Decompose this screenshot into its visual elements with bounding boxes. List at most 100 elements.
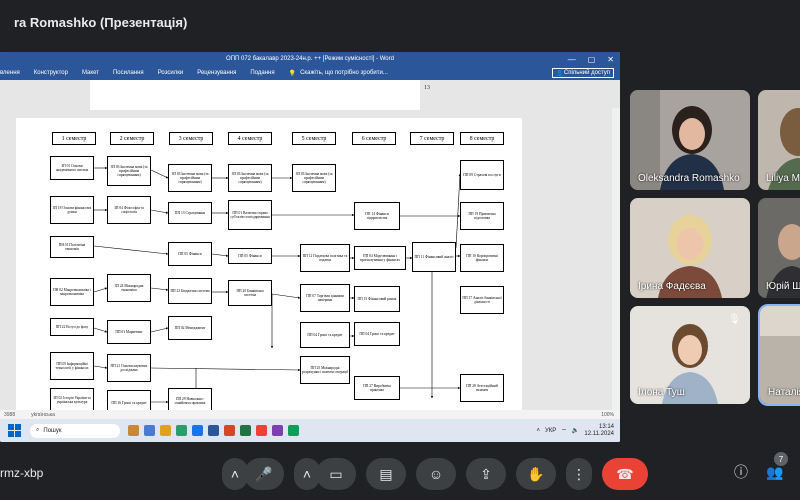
call-controls: ˄ 🎤 ˄ ▭ ▤ ☺ ⇪ ✋ ⋮ ☎ bbox=[222, 458, 648, 490]
course-box: ПП 04 Гроші та кредит bbox=[300, 322, 350, 348]
present-screen-icon: ⇪ bbox=[480, 465, 492, 482]
course-box: ПП 10 Корпоративні фінанси bbox=[460, 244, 504, 272]
camera-button[interactable]: ▭ bbox=[316, 458, 356, 490]
taskbar-clock[interactable]: 13:14 12.11.2024 bbox=[584, 424, 614, 438]
ribbon-tab-view[interactable]: Подання bbox=[250, 70, 274, 76]
info-icon[interactable]: ⓘ bbox=[734, 462, 748, 482]
course-box: ПП 05 Фінанси bbox=[228, 248, 272, 264]
course-box: ПП 19 Практична підготовка bbox=[460, 202, 504, 230]
restore-icon[interactable]: ▢ bbox=[588, 55, 596, 64]
connector-arrow bbox=[93, 365, 108, 369]
system-tray: ˄ УКР ⌔ 🔈 13:14 12.11.2024 bbox=[536, 424, 614, 438]
minimize-icon[interactable]: — bbox=[568, 55, 576, 64]
excel-icon[interactable] bbox=[240, 425, 251, 436]
share-label: Спільний доступ bbox=[563, 70, 610, 76]
participant-tile-self[interactable]: Наталія bbox=[758, 304, 800, 406]
present-button[interactable]: ⇪ bbox=[466, 458, 506, 490]
word-statusbar: 3988 ykraїнська 100% bbox=[0, 410, 620, 419]
document-page[interactable]: 1 семестр 2 семестр 3 семестр 4 семестр 5 се… bbox=[16, 118, 522, 442]
volume-icon[interactable]: 🔈 bbox=[572, 427, 579, 434]
browser-icon[interactable] bbox=[176, 425, 187, 436]
microphone-button[interactable]: 🎤 bbox=[244, 458, 284, 490]
vertical-scrollbar[interactable] bbox=[612, 108, 620, 442]
course-box: ПН 02 Макроекономіка і мікроекономіка bbox=[50, 278, 94, 306]
microphone-icon: 🎤 bbox=[255, 465, 273, 482]
emoji-icon: ☺ bbox=[428, 466, 444, 482]
course-box: ПП 13 Страхування bbox=[168, 202, 212, 224]
chrome-icon[interactable] bbox=[256, 425, 267, 436]
keyboard-language[interactable]: УКР bbox=[545, 428, 556, 434]
participants-count-badge: 7 bbox=[774, 452, 788, 466]
word-ribbon: влення Конструктор Макет Посилання Розси… bbox=[0, 66, 620, 80]
course-box: ЗП 03 Іноземна мова (за професійним спря… bbox=[228, 164, 272, 192]
course-box: ПП 07 Торгівля цінними паперами bbox=[300, 284, 350, 312]
share-button[interactable]: 👤 Спільний доступ bbox=[552, 68, 614, 78]
page-number: 13 bbox=[424, 85, 430, 91]
participant-name: Ілона Туш bbox=[638, 387, 685, 398]
course-box: ЗП 18 Основи фінансової думки bbox=[50, 196, 94, 224]
raise-hand-button[interactable]: ✋ bbox=[516, 458, 556, 490]
participant-tile[interactable]: Oleksandra Romashko bbox=[630, 90, 750, 190]
participant-tile[interactable]: 🎙 Ілона Туш bbox=[630, 306, 750, 404]
participant-tile[interactable]: Ірина Фадєєва bbox=[630, 198, 750, 298]
camera-icon: ▭ bbox=[329, 465, 343, 482]
document-canvas[interactable]: 13 1 семестр 2 семестр 3 семестр 4 семестр 5… bbox=[0, 80, 620, 442]
participant-name: Liliya M bbox=[766, 173, 800, 184]
wifi-icon[interactable]: ⌔ bbox=[561, 427, 567, 435]
course-box: ПП 03 Маркетинг bbox=[107, 320, 151, 344]
ribbon-tab-review[interactable]: Рецензування bbox=[197, 70, 236, 76]
person-icon: 👤 bbox=[556, 70, 564, 77]
course-box: ПН 01 Політична економія bbox=[50, 236, 94, 258]
course-box: ЗП 03 Іноземна мова (за професійним спря… bbox=[292, 164, 336, 192]
folder-icon[interactable] bbox=[160, 425, 171, 436]
course-box: ЗП 03 Іноземна мова (за професійним спря… bbox=[168, 164, 212, 192]
app-icon[interactable] bbox=[192, 425, 203, 436]
course-box: ПП 25 Міжнародні розрахунки і валютні оп… bbox=[300, 356, 350, 384]
course-box: ЗП 01 Основи академічного письма bbox=[50, 156, 94, 180]
chevron-up-icon[interactable]: ˄ bbox=[536, 428, 540, 434]
participant-tile[interactable]: Liliya M bbox=[758, 90, 800, 190]
course-box: ПП 11 Фінансовий аналіз bbox=[412, 242, 456, 272]
powerpoint-icon[interactable] bbox=[224, 425, 235, 436]
course-box: ПП 01 Валютна справа суб'єктів господарю… bbox=[228, 200, 272, 230]
connector-arrow bbox=[150, 169, 169, 179]
taskbar-search[interactable]: ⌕ Пошук bbox=[30, 423, 120, 438]
presenter-name: ra Romashko (Презентація) bbox=[14, 14, 188, 30]
emoji-button[interactable]: ☺ bbox=[416, 458, 456, 490]
course-box: ЗП 03 Іноземна мова (за професійним спря… bbox=[107, 156, 151, 186]
captions-icon: ▤ bbox=[379, 465, 393, 482]
close-icon[interactable]: ✕ bbox=[607, 55, 614, 64]
zoom-level[interactable]: 100% bbox=[601, 412, 614, 418]
app-icon[interactable] bbox=[288, 425, 299, 436]
clock-date: 12.11.2024 bbox=[584, 430, 614, 437]
ribbon-tab-insert[interactable]: влення bbox=[0, 70, 20, 76]
ribbon-tab-references[interactable]: Посилання bbox=[113, 70, 144, 76]
more-vert-icon: ⋮ bbox=[572, 465, 586, 482]
connector-arrow bbox=[150, 327, 169, 333]
semester-header: 6 семестр bbox=[352, 132, 396, 145]
course-box: ПП 27 Виробнича практика bbox=[354, 376, 400, 400]
participant-name: Юрій Ш bbox=[766, 281, 800, 292]
word-document-title: ОПП 072 бакалавр 2023-24н.р. ++ [Режим с… bbox=[226, 56, 394, 62]
ribbon-tab-layout[interactable]: Макет bbox=[82, 70, 99, 76]
app-icon[interactable] bbox=[128, 425, 139, 436]
ribbon-tab-design[interactable]: Конструктор bbox=[34, 70, 68, 76]
participant-name: Ірина Фадєєва bbox=[638, 281, 706, 292]
people-icon[interactable]: 👥 bbox=[766, 464, 783, 481]
tell-me-input[interactable]: Скажіть, що потрібно зробити... bbox=[300, 70, 388, 76]
windows-start-icon[interactable] bbox=[8, 423, 22, 438]
word-icon[interactable] bbox=[208, 425, 219, 436]
ribbon-tab-mailings[interactable]: Розсилки bbox=[158, 70, 184, 76]
course-box: ПП 02 Менеджмент bbox=[168, 316, 212, 340]
course-box: ПП 09 Страхові послуги bbox=[460, 160, 504, 190]
participant-tile[interactable]: Юрій Ш bbox=[758, 198, 800, 298]
semester-header: 3 семестр bbox=[169, 132, 213, 145]
app-icon[interactable] bbox=[144, 425, 155, 436]
course-box: ЗП 02 Історія України та українська куль… bbox=[50, 388, 94, 412]
hand-icon: ✋ bbox=[527, 465, 545, 482]
app-icon[interactable] bbox=[272, 425, 283, 436]
captions-button[interactable]: ▤ bbox=[366, 458, 406, 490]
more-options-button[interactable]: ⋮ bbox=[566, 458, 592, 490]
clock-time: 13:14 bbox=[598, 423, 614, 430]
leave-call-button[interactable]: ☎ bbox=[602, 458, 648, 490]
